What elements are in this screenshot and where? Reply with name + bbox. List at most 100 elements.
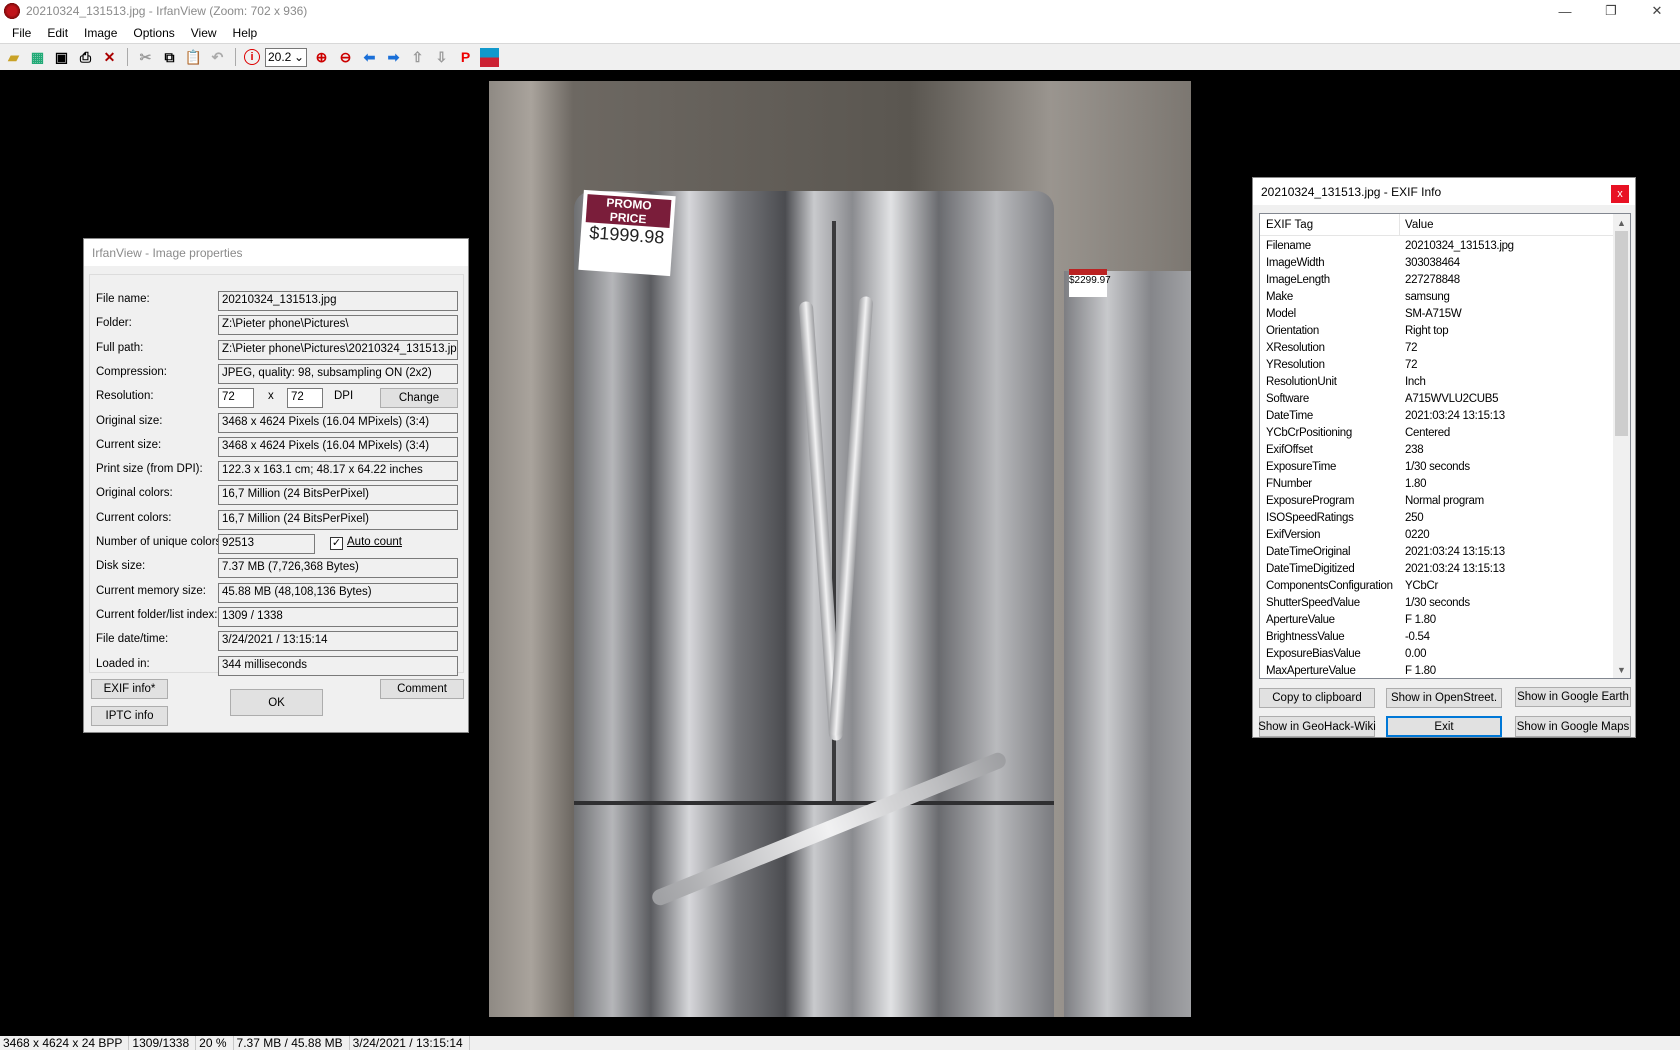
exif-row[interactable]: ComponentsConfiguration YCbCr (1260, 579, 1615, 596)
exif-list[interactable]: EXIF Tag Value ▲ ▼ Filename 20210324_1315… (1259, 213, 1631, 679)
first-image-icon[interactable]: ⇧ (408, 48, 427, 67)
show-in-geohack-button[interactable]: Show in GeoHack-Wiki (1258, 716, 1376, 737)
close-icon[interactable]: x (1611, 185, 1629, 203)
exif-row[interactable]: ApertureValue F 1.80 (1260, 613, 1615, 630)
minimize-button[interactable]: — (1542, 0, 1588, 22)
comment-button[interactable]: Comment (380, 679, 464, 699)
scroll-down-icon[interactable]: ▼ (1613, 661, 1630, 678)
exif-tag: ImageLength (1266, 274, 1330, 286)
next-arrow-icon[interactable]: ➡ (384, 48, 403, 67)
exif-row[interactable]: ResolutionUnit Inch (1260, 375, 1615, 392)
print-icon[interactable]: ⎙ (76, 48, 95, 67)
auto-count-checkbox[interactable]: ✓ (330, 537, 343, 550)
exif-row[interactable]: YResolution 72 (1260, 358, 1615, 375)
zoom-in-icon[interactable]: ⊕ (312, 48, 331, 67)
exif-row[interactable]: DateTime 2021:03:24 13:15:13 (1260, 409, 1615, 426)
exif-row[interactable]: YCbCrPositioning Centered (1260, 426, 1615, 443)
column-divider[interactable] (1399, 214, 1400, 236)
exif-row[interactable]: Filename 20210324_131513.jpg (1260, 239, 1615, 256)
exif-value: YCbCr (1405, 580, 1439, 592)
exif-row[interactable]: ExposureTime 1/30 seconds (1260, 460, 1615, 477)
exif-tag: ResolutionUnit (1266, 376, 1337, 388)
exif-row[interactable]: BrightnessValue -0.54 (1260, 630, 1615, 647)
title-bar: 20210324_131513.jpg - IrfanView (Zoom: 7… (0, 0, 1680, 22)
exif-row[interactable]: MaxApertureValue F 1.80 (1260, 664, 1615, 678)
vertical-scrollbar[interactable]: ▲ ▼ (1613, 214, 1630, 678)
menu-help[interactable]: Help (225, 26, 266, 40)
auto-count-label[interactable]: Auto count (347, 536, 402, 548)
exif-row[interactable]: Model SM-A715W (1260, 307, 1615, 324)
open-folder-icon[interactable]: ▰ (4, 48, 23, 67)
zoom-select[interactable]: 20.2 ⌄ (265, 47, 307, 67)
exif-value: -0.54 (1405, 631, 1430, 643)
ok-button[interactable]: OK (230, 689, 323, 716)
exif-row[interactable]: DateTimeDigitized 2021:03:24 13:15:13 (1260, 562, 1615, 579)
info-icon[interactable]: i (244, 49, 260, 65)
property-row: Original colors: 16,7 Million (24 BitsPer… (90, 485, 465, 506)
change-dpi-button[interactable]: Change (380, 388, 458, 409)
last-image-icon[interactable]: ⇩ (432, 48, 451, 67)
exif-row[interactable]: ImageWidth 303038464 (1260, 256, 1615, 273)
status-cell: 3/24/2021 / 13:15:14 (350, 1036, 470, 1050)
exif-tag: DateTimeOriginal (1266, 546, 1351, 558)
dpi-unit-label: DPI (334, 390, 354, 403)
menu-options[interactable]: Options (125, 26, 182, 40)
delete-icon[interactable]: ✕ (100, 48, 119, 67)
exif-tag: ExposureProgram (1266, 495, 1355, 507)
undo-icon[interactable]: ↶ (208, 48, 227, 67)
zoom-out-icon[interactable]: ⊖ (336, 48, 355, 67)
cut-icon[interactable]: ✂ (136, 48, 155, 67)
copy-to-clipboard-button[interactable]: Copy to clipboard (1259, 688, 1375, 708)
exif-row[interactable]: XResolution 72 (1260, 341, 1615, 358)
exif-value: F 1.80 (1405, 665, 1436, 677)
scrollbar-thumb[interactable] (1615, 231, 1628, 436)
exif-row[interactable]: ExposureBiasValue 0.00 (1260, 647, 1615, 664)
menu-view[interactable]: View (183, 26, 225, 40)
iptc-info-button[interactable]: IPTC info (91, 706, 168, 726)
slideshow-icon[interactable]: ▦ (28, 48, 47, 67)
show-in-google-earth-button[interactable]: Show in Google Earth (1515, 687, 1631, 707)
close-button[interactable]: ✕ (1634, 0, 1680, 22)
dialog-title: IrfanView - Image properties (84, 239, 468, 266)
dpi-x-input[interactable]: 72 (218, 388, 254, 409)
exif-row[interactable]: FNumber 1.80 (1260, 477, 1615, 494)
show-in-google-maps-button[interactable]: Show in Google Maps (1515, 716, 1631, 737)
restore-button[interactable]: ❐ (1588, 0, 1634, 22)
exif-row[interactable]: ISOSpeedRatings 250 (1260, 511, 1615, 528)
menu-edit[interactable]: Edit (39, 26, 76, 40)
exit-button[interactable]: Exit (1386, 716, 1502, 737)
column-header-value[interactable]: Value (1405, 219, 1434, 231)
exif-value: 2021:03:24 13:15:13 (1405, 546, 1505, 558)
exif-tag: ImageWidth (1266, 257, 1325, 269)
property-label: File date/time: (96, 633, 169, 646)
paste-icon[interactable]: 📋 (184, 48, 203, 67)
menu-image[interactable]: Image (76, 26, 125, 40)
property-value: 3468 x 4624 Pixels (16.04 MPixels) (3:4) (218, 436, 458, 457)
exif-row[interactable]: Make samsung (1260, 290, 1615, 307)
property-row: File name: 20210324_131513.jpg (90, 291, 465, 311)
property-label: Current folder/list index: (96, 608, 218, 621)
menu-file[interactable]: File (4, 26, 39, 40)
save-icon[interactable]: ▣ (52, 48, 71, 67)
exif-row[interactable]: Software A715WVLU2CUB5 (1260, 392, 1615, 409)
exif-row[interactable]: ExposureProgram Normal program (1260, 494, 1615, 511)
paint-icon[interactable]: P (456, 48, 475, 67)
status-cell: 7.37 MB / 45.88 MB (234, 1036, 350, 1050)
show-in-openstreet-button[interactable]: Show in OpenStreet. (1386, 688, 1502, 708)
exif-row[interactable]: ExifOffset 238 (1260, 443, 1615, 460)
exif-row[interactable]: ImageLength 227278848 (1260, 273, 1615, 290)
exif-row[interactable]: DateTimeOriginal 2021:03:24 13:15:13 (1260, 545, 1615, 562)
exif-tag: ComponentsConfiguration (1266, 580, 1393, 592)
exif-row[interactable]: ExifVersion 0220 (1260, 528, 1615, 545)
copy-icon[interactable]: ⧉ (160, 48, 179, 67)
previous-arrow-icon[interactable]: ⬅ (360, 48, 379, 67)
scroll-up-icon[interactable]: ▲ (1613, 214, 1630, 231)
exif-row[interactable]: Orientation Right top (1260, 324, 1615, 341)
exif-row[interactable]: ShutterSpeedValue 1/30 seconds (1260, 596, 1615, 613)
toolbar: ▰ ▦ ▣ ⎙ ✕ ✂ ⧉ 📋 ↶ i 20.2 ⌄ ⊕ ⊖ ⬅ ➡ ⇧ ⇩ P (0, 43, 1680, 70)
chevron-down-icon: ⌄ (293, 50, 304, 64)
column-header-tag[interactable]: EXIF Tag (1266, 219, 1313, 231)
dpi-y-input[interactable]: 72 (287, 388, 323, 409)
thumbnails-icon[interactable] (480, 47, 499, 67)
exif-info-button[interactable]: EXIF info* (91, 679, 168, 699)
